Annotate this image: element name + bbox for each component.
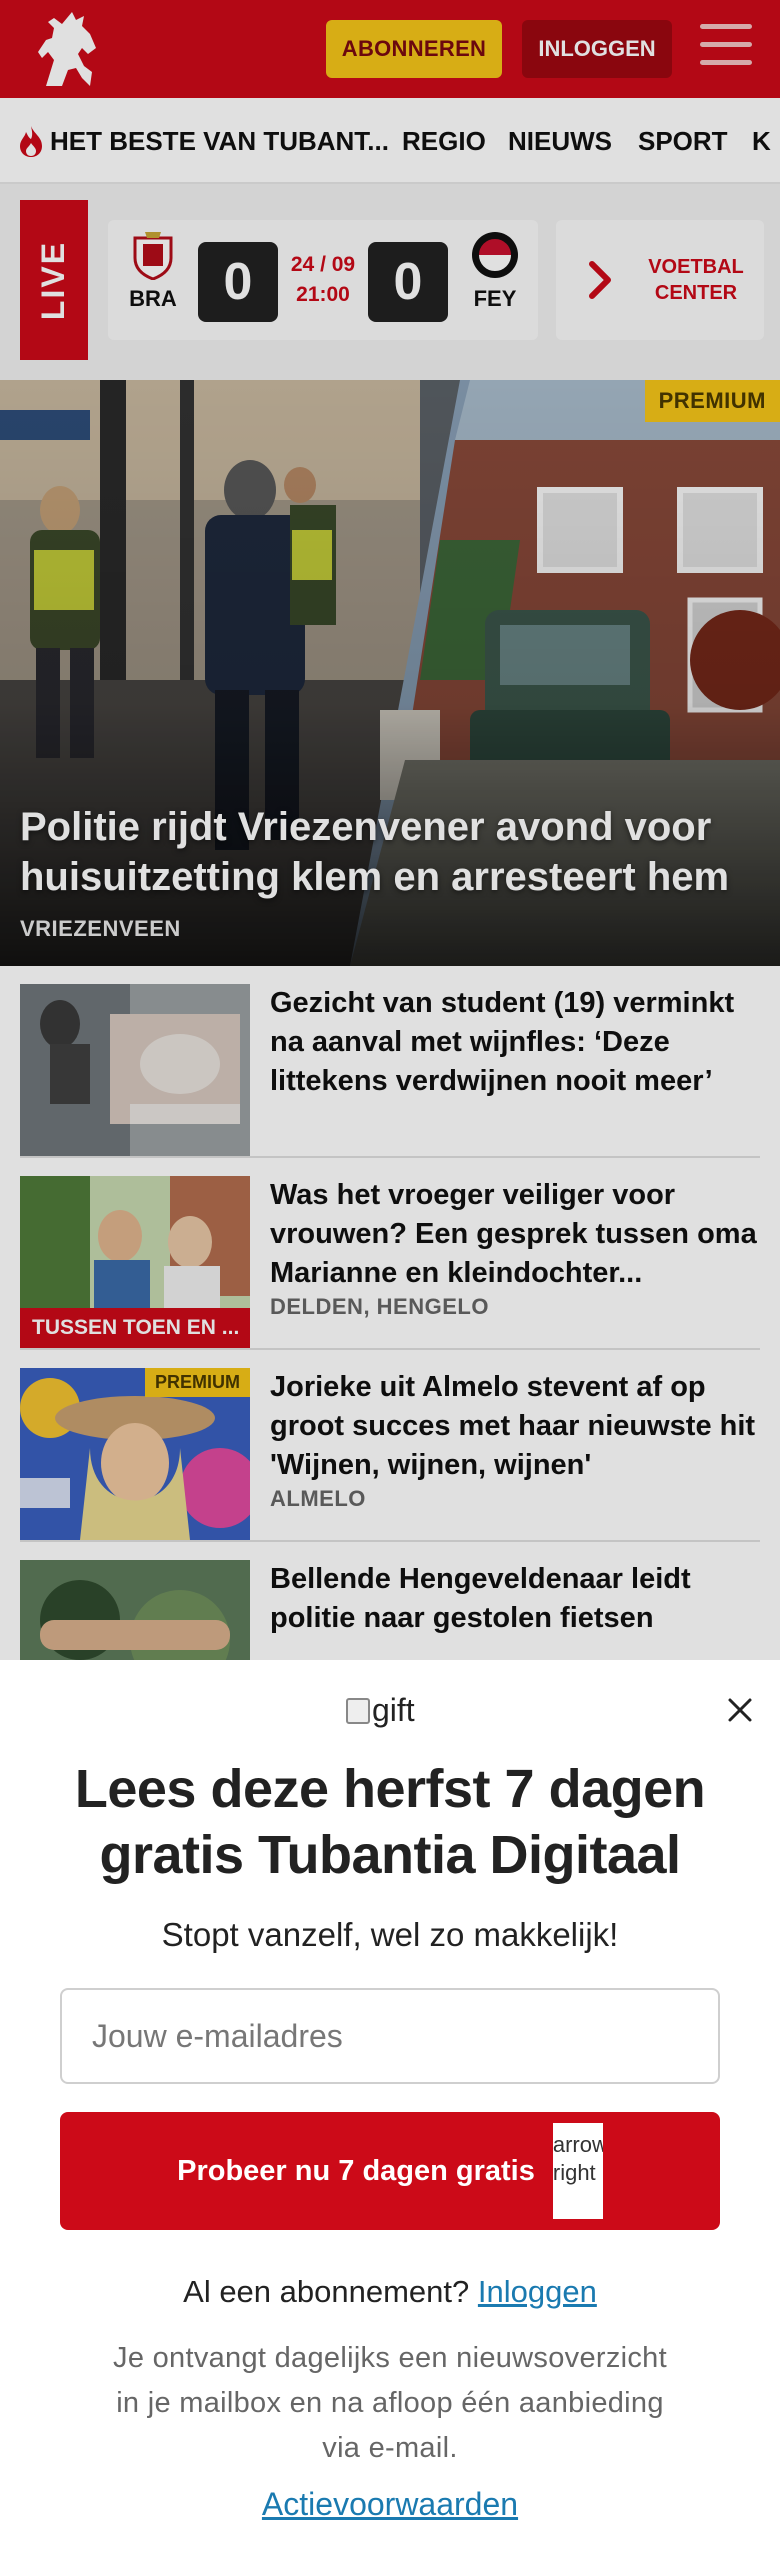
home-score: 0: [198, 242, 278, 322]
section-nav: HET BESTE VAN TUBANT... REGIO NIEUWS SPO…: [0, 98, 780, 184]
article-thumbnail: [20, 984, 250, 1156]
match-card[interactable]: BRA 0 24 / 09 21:00 0 FEY: [108, 220, 538, 340]
live-tag: LIVE: [20, 200, 88, 360]
hero-title[interactable]: Politie rijdt Vriezenvener avond voor hu…: [20, 802, 770, 902]
list-item[interactable]: Gezicht van student (19) verminkt na aan…: [20, 966, 760, 1158]
popup-subtitle: Stopt vanzelf, wel zo makkelijk!: [161, 1916, 619, 1953]
login-button[interactable]: INLOGGEN: [522, 20, 672, 78]
popup-title: Lees deze herfst 7 dagen gratis Tubantia…: [74, 1759, 706, 1885]
tubantia-horse-logo[interactable]: [32, 8, 110, 90]
login-link[interactable]: Inloggen: [478, 2274, 597, 2309]
login-prompt: Al een abonnement? Inloggen: [183, 2274, 597, 2309]
nav-item-best-of[interactable]: HET BESTE VAN TUBANT...: [16, 98, 389, 182]
article-thumbnail: TUSSEN TOEN EN ...: [20, 1176, 250, 1348]
gift-icon: gift: [346, 1692, 415, 1729]
feyenoord-crest-icon: [472, 232, 518, 278]
terms-link[interactable]: Actievoorwaarden: [40, 2486, 740, 2523]
article-title[interactable]: Bellende Hengeveldenaar leidt politie na…: [270, 1560, 760, 1638]
newsletter-info: Je ontvangt dagelijks een nieuwsoverzich…: [113, 2342, 667, 2464]
close-icon[interactable]: [720, 1690, 760, 1730]
subscription-popup: gift Lees deze herfst 7 dagen gratis Tub…: [0, 1660, 780, 2560]
article-title[interactable]: Gezicht van student (19) verminkt na aan…: [270, 984, 760, 1101]
nav-item-regio[interactable]: REGIO: [402, 98, 486, 182]
article-location-tag: DELDEN, HENGELO: [270, 1294, 489, 1319]
premium-badge: PREMIUM: [644, 380, 780, 422]
nav-item-nieuws[interactable]: NIEUWS: [508, 98, 612, 182]
email-input[interactable]: [60, 1988, 720, 2084]
hero-article[interactable]: PREMIUM Politie rijdt Vriezenvener avond…: [0, 380, 780, 966]
article-thumbnail: PREMIUM: [20, 1368, 250, 1540]
voetbal-center-link[interactable]: VOETBAL CENTER: [556, 220, 764, 340]
try-free-button[interactable]: Probeer nu 7 dagen gratis arrow right: [60, 2112, 720, 2230]
series-label: TUSSEN TOEN EN ...: [20, 1308, 250, 1348]
flame-icon: [20, 126, 42, 157]
away-team: FEY: [460, 220, 530, 340]
away-score: 0: [368, 242, 448, 322]
hero-location-tag: VRIEZENVEEN: [20, 916, 181, 941]
nav-item-more[interactable]: K: [752, 98, 771, 182]
braga-crest-icon: [133, 232, 173, 280]
chevron-right-icon: [589, 261, 611, 299]
subscribe-button[interactable]: ABONNEREN: [326, 20, 502, 78]
article-title[interactable]: Was het vroeger veiliger voor vrouwen? E…: [270, 1176, 760, 1293]
live-score-bar: LIVE BRA 0 24 / 09 21:00 0 FEY VOETBAL C…: [0, 184, 780, 380]
menu-icon[interactable]: [700, 24, 752, 70]
premium-badge: PREMIUM: [145, 1368, 250, 1397]
site-header: ABONNEREN INLOGGEN: [0, 0, 780, 98]
article-location-tag: ALMELO: [270, 1486, 366, 1511]
arrow-right-icon: arrow right: [552, 2123, 603, 2219]
match-datetime: 24 / 09 21:00: [290, 253, 356, 306]
nav-item-sport[interactable]: SPORT: [638, 98, 728, 182]
list-item[interactable]: TUSSEN TOEN EN ... Was het vroeger veili…: [20, 1158, 760, 1350]
list-item[interactable]: PREMIUM Jorieke uit Almelo stevent af op…: [20, 1350, 760, 1542]
home-team: BRA: [118, 220, 188, 340]
nav-item-label: HET BESTE VAN TUBANT...: [50, 125, 389, 156]
article-title[interactable]: Jorieke uit Almelo stevent af op groot s…: [270, 1368, 760, 1485]
